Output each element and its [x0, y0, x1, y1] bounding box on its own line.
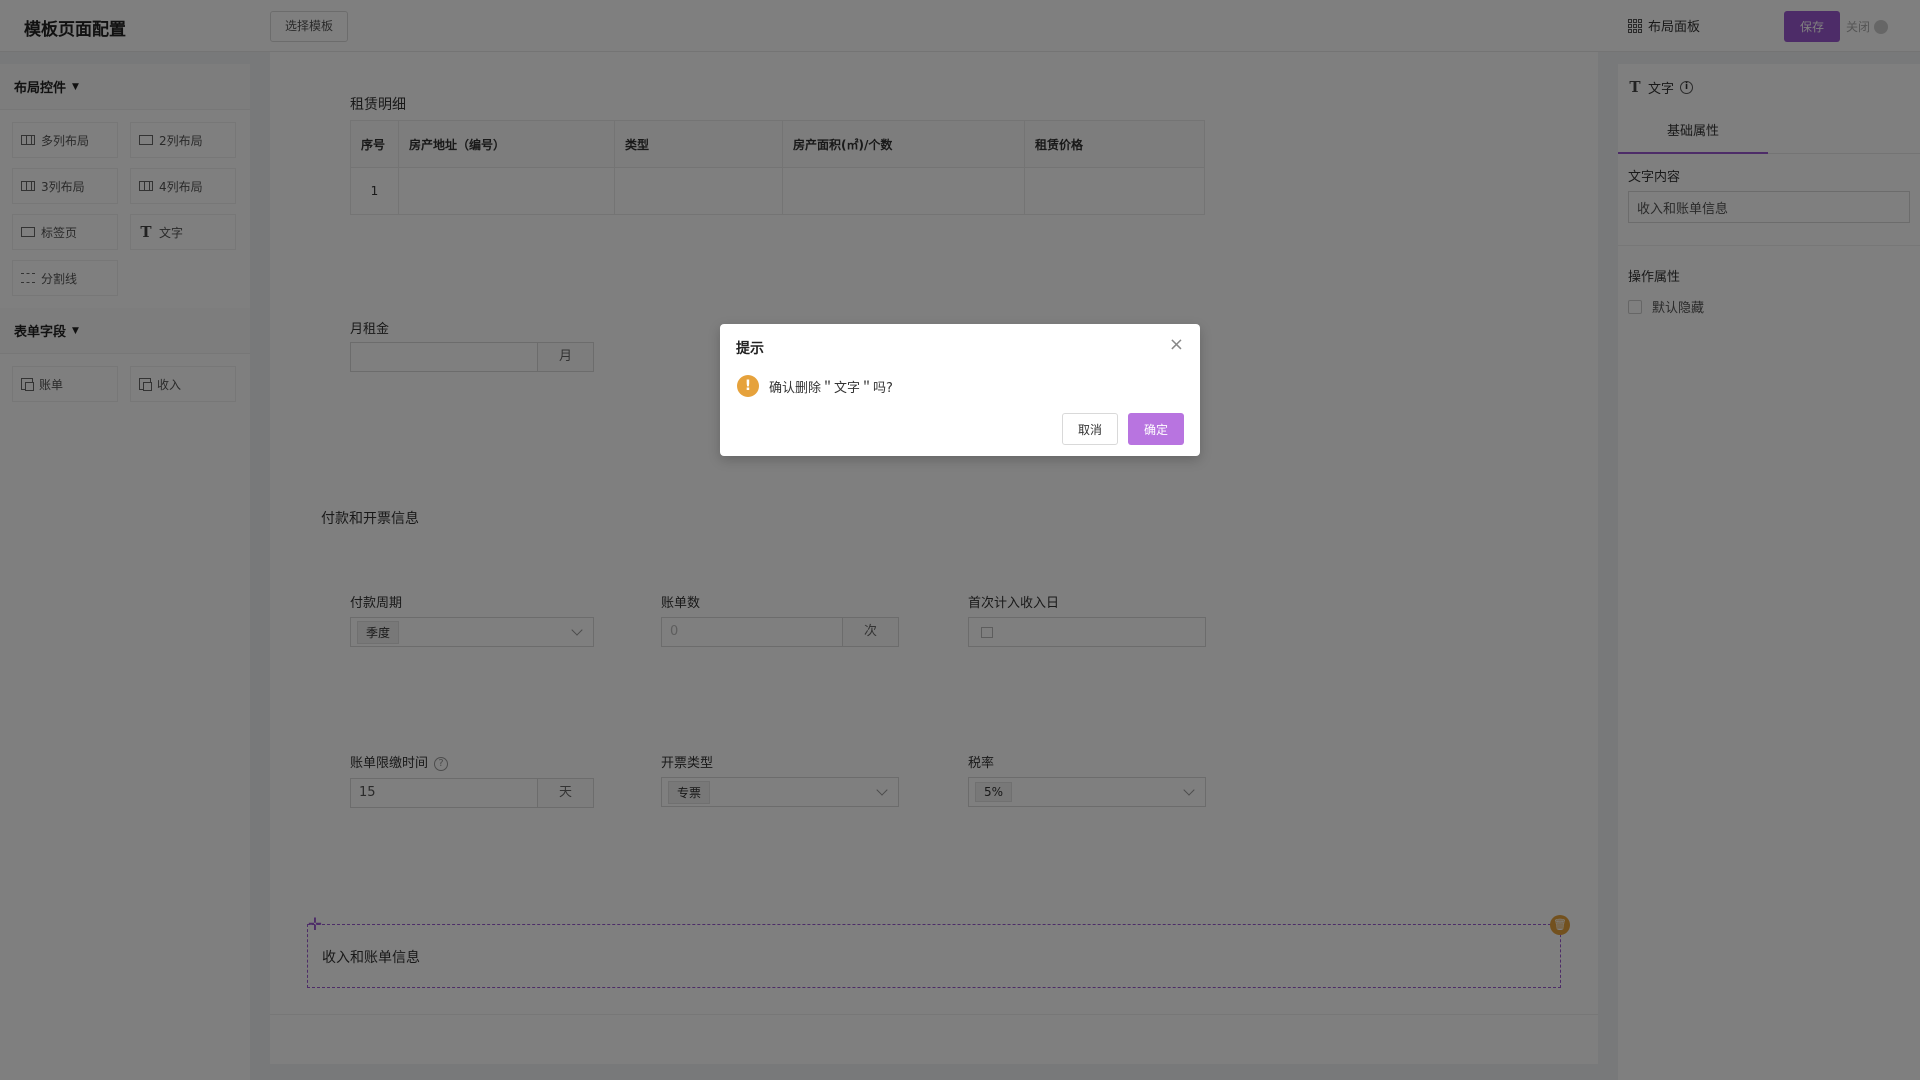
cancel-button[interactable]: 取消 [1062, 413, 1118, 445]
warning-icon: ! [737, 375, 759, 397]
dialog-body: ! 确认删除＂文字＂吗? [737, 375, 893, 397]
confirm-button[interactable]: 确定 [1128, 413, 1184, 445]
confirm-dialog: 提示 × ! 确认删除＂文字＂吗? 取消 确定 [720, 324, 1200, 456]
close-icon[interactable]: × [1169, 336, 1184, 354]
dialog-message: 确认删除＂文字＂吗? [769, 380, 893, 396]
modal-overlay[interactable] [0, 0, 1920, 1080]
dialog-title: 提示 [736, 341, 764, 357]
